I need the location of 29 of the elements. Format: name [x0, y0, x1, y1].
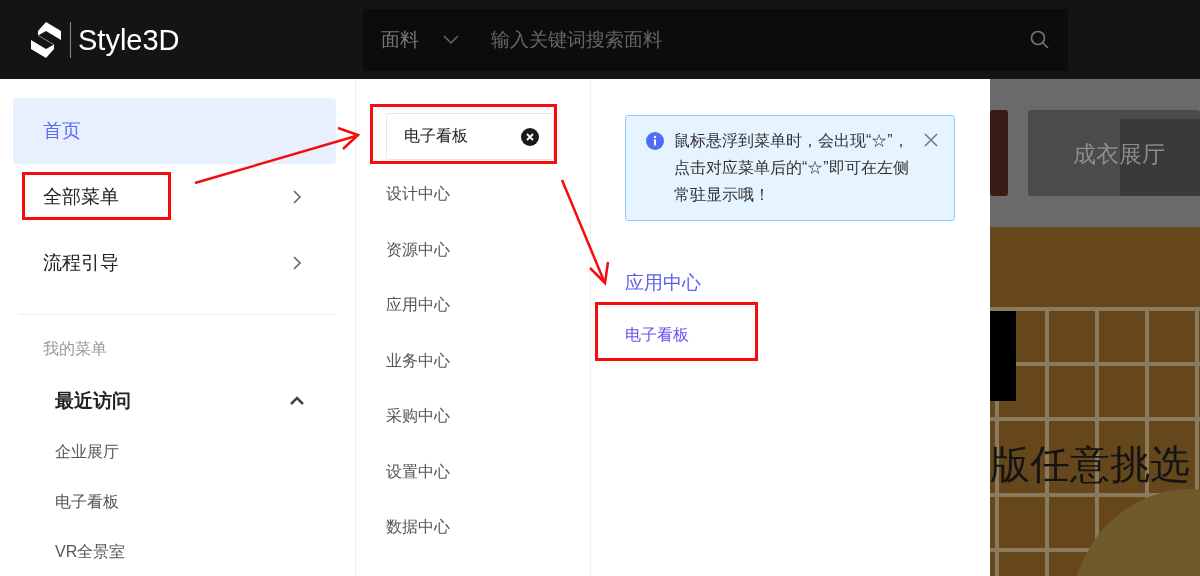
- result-section-title: 应用中心: [625, 271, 702, 295]
- menu-item[interactable]: 企业展厅: [13, 427, 336, 477]
- menu-item[interactable]: 应用中心: [386, 278, 590, 334]
- menu-item[interactable]: 业务中心: [386, 333, 590, 389]
- caret-icon[interactable]: [443, 34, 459, 45]
- close-icon[interactable]: [924, 133, 938, 147]
- sidebar-item[interactable]: 流程引导: [13, 230, 336, 296]
- menu-item[interactable]: 电子看板: [13, 477, 336, 527]
- menu-item[interactable]: 设置中心: [386, 444, 590, 500]
- search-bar[interactable]: 面料 输入关键词搜索面料: [363, 8, 1068, 71]
- info-icon: [646, 132, 664, 150]
- section-title: 我的菜单: [42, 339, 108, 359]
- logo-icon: [30, 20, 62, 59]
- search-icon[interactable]: [1030, 29, 1050, 50]
- sidebar-item[interactable]: 首页: [13, 98, 336, 164]
- card-label: 成衣展厅: [1073, 140, 1165, 169]
- menu-item[interactable]: 采购中心: [386, 389, 590, 445]
- menu-item[interactable]: 数据中心: [386, 500, 590, 556]
- menu-search-field[interactable]: 电子看板: [386, 113, 554, 160]
- clear-icon[interactable]: [521, 127, 539, 146]
- sidebar-item[interactable]: 全部菜单: [13, 164, 336, 230]
- notice-text: 鼠标悬浮到菜单时，会出现“☆”，点击对应菜单后的“☆”即可在左侧常驻显示哦！: [674, 131, 910, 205]
- result-item[interactable]: 电子看板: [625, 323, 955, 347]
- group-header[interactable]: 最近访问: [13, 375, 336, 427]
- category-select[interactable]: 面料: [381, 26, 419, 53]
- menu-item[interactable]: VR全景室: [13, 527, 336, 576]
- menu-item[interactable]: 资源中心: [386, 222, 590, 278]
- logo-text: Style3D: [70, 21, 180, 58]
- menu-item[interactable]: 设计中心: [386, 167, 590, 223]
